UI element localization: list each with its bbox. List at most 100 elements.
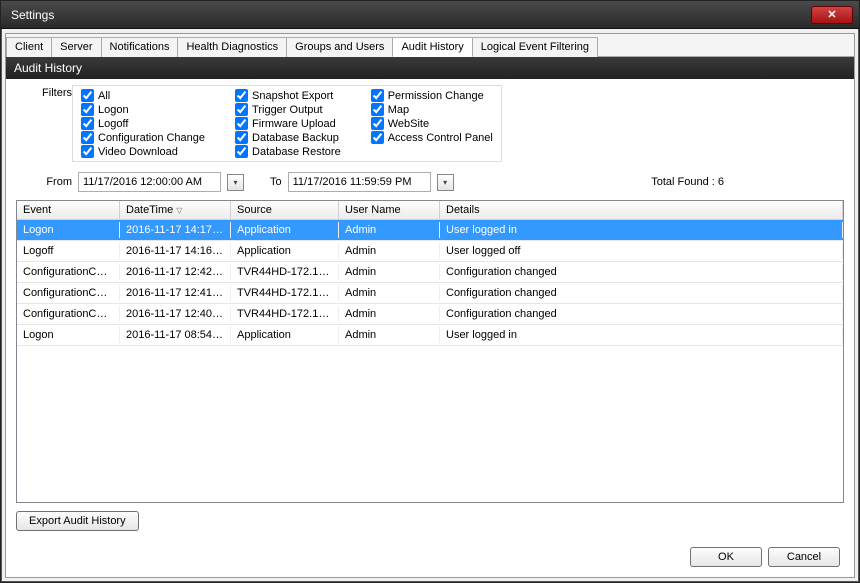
table-cell: 2016-11-17 14:17:44 — [120, 222, 231, 238]
filter-checkbox-permission-change[interactable]: Permission Change — [371, 89, 493, 102]
table-row[interactable]: ConfigurationCha...2016-11-17 12:42:35TV… — [17, 262, 843, 283]
tab-logical-event-filtering[interactable]: Logical Event Filtering — [472, 37, 598, 57]
filter-checkbox-logon[interactable]: Logon — [81, 103, 205, 116]
filter-checkbox-database-restore[interactable]: Database Restore — [235, 145, 341, 158]
checkbox-input[interactable] — [371, 103, 384, 116]
checkbox-input[interactable] — [371, 117, 384, 130]
filters-row: Filters AllLogonLogoffConfiguration Chan… — [16, 85, 844, 162]
tab-notifications[interactable]: Notifications — [101, 37, 179, 57]
panel-title: Audit History — [6, 57, 854, 79]
from-date-value: 11/17/2016 12:00:00 AM — [83, 176, 202, 188]
table-cell: ConfigurationCha... — [17, 285, 120, 301]
filter-column: Permission ChangeMapWebSiteAccess Contro… — [371, 89, 493, 158]
checkbox-input[interactable] — [81, 103, 94, 116]
tab-groups-and-users[interactable]: Groups and Users — [286, 37, 393, 57]
table-row[interactable]: Logon2016-11-17 14:17:44ApplicationAdmin… — [17, 220, 843, 241]
to-date-picker-button[interactable]: ▾ — [437, 174, 454, 191]
filter-checkbox-trigger-output[interactable]: Trigger Output — [235, 103, 341, 116]
tab-audit-history[interactable]: Audit History — [392, 37, 472, 57]
column-header-user-name[interactable]: User Name — [339, 201, 440, 219]
tab-client[interactable]: Client — [6, 37, 52, 57]
checkbox-label: Permission Change — [388, 90, 484, 102]
table-row[interactable]: Logon2016-11-17 08:54:52ApplicationAdmin… — [17, 325, 843, 346]
calendar-dropdown-icon: ▾ — [443, 178, 447, 187]
checkbox-label: Logon — [98, 104, 129, 116]
window-title: Settings — [7, 8, 54, 22]
table-cell: Admin — [339, 264, 440, 280]
column-header-datetime[interactable]: DateTime▽ — [120, 201, 231, 219]
filter-checkbox-database-backup[interactable]: Database Backup — [235, 131, 341, 144]
table-row[interactable]: ConfigurationCha...2016-11-17 12:41:38TV… — [17, 283, 843, 304]
table-row[interactable]: ConfigurationCha...2016-11-17 12:40:48TV… — [17, 304, 843, 325]
date-range-row: From 11/17/2016 12:00:00 AM ▾ To 11/17/2… — [16, 172, 844, 192]
checkbox-input[interactable] — [81, 117, 94, 130]
checkbox-input[interactable] — [235, 117, 248, 130]
filter-checkbox-firmware-upload[interactable]: Firmware Upload — [235, 117, 341, 130]
table-cell: Application — [231, 327, 339, 343]
table-cell: ConfigurationCha... — [17, 264, 120, 280]
filter-checkbox-video-download[interactable]: Video Download — [81, 145, 205, 158]
filter-checkbox-all[interactable]: All — [81, 89, 205, 102]
checkbox-input[interactable] — [81, 89, 94, 102]
sort-descending-icon: ▽ — [176, 206, 182, 215]
from-date-input[interactable]: 11/17/2016 12:00:00 AM — [78, 172, 221, 192]
checkbox-input[interactable] — [81, 131, 94, 144]
column-header-details[interactable]: Details — [440, 201, 843, 219]
table-cell: ConfigurationCha... — [17, 306, 120, 322]
audit-grid: EventDateTime▽ Source User Name Details Log… — [16, 200, 844, 503]
table-cell: Logoff — [17, 243, 120, 259]
checkbox-input[interactable] — [235, 89, 248, 102]
checkbox-input[interactable] — [235, 103, 248, 116]
tab-health-diagnostics[interactable]: Health Diagnostics — [177, 37, 287, 57]
from-date-picker-button[interactable]: ▾ — [227, 174, 244, 191]
grid-body[interactable]: Logon2016-11-17 14:17:44ApplicationAdmin… — [17, 220, 843, 502]
export-audit-history-button[interactable]: Export Audit History — [16, 511, 139, 531]
to-label: To — [270, 176, 282, 188]
cancel-button[interactable]: Cancel — [768, 547, 840, 567]
checkbox-label: Video Download — [98, 146, 178, 158]
table-cell: 2016-11-17 08:54:52 — [120, 327, 231, 343]
total-found-label: Total Found : 6 — [651, 176, 724, 188]
checkbox-label: All — [98, 90, 110, 102]
column-header-label: Details — [446, 204, 480, 216]
ok-button[interactable]: OK — [690, 547, 762, 567]
checkbox-label: Database Restore — [252, 146, 341, 158]
table-cell: User logged in — [440, 222, 843, 238]
filter-checkbox-configuration-change[interactable]: Configuration Change — [81, 131, 205, 144]
checkbox-label: Configuration Change — [98, 132, 205, 144]
grid-header-row: EventDateTime▽ Source User Name Details — [17, 201, 843, 220]
filter-checkbox-access-control-panel[interactable]: Access Control Panel — [371, 131, 493, 144]
to-date-input[interactable]: 11/17/2016 11:59:59 PM — [288, 172, 431, 192]
table-cell: Logon — [17, 222, 120, 238]
filter-checkbox-logoff[interactable]: Logoff — [81, 117, 205, 130]
column-header-label: Source — [237, 204, 272, 216]
checkbox-label: Snapshot Export — [252, 90, 333, 102]
table-cell: Configuration changed — [440, 306, 843, 322]
close-icon: ✕ — [827, 8, 836, 21]
table-cell: Configuration changed — [440, 264, 843, 280]
column-header-label: User Name — [345, 204, 401, 216]
close-button[interactable]: ✕ — [811, 6, 853, 24]
tab-strip: ClientServerNotificationsHealth Diagnost… — [6, 34, 854, 57]
column-header-event[interactable]: Event — [17, 201, 120, 219]
filter-checkbox-snapshot-export[interactable]: Snapshot Export — [235, 89, 341, 102]
tab-server[interactable]: Server — [51, 37, 101, 57]
table-cell: 2016-11-17 12:41:38 — [120, 285, 231, 301]
checkbox-label: Trigger Output — [252, 104, 323, 116]
table-cell: Admin — [339, 222, 440, 238]
table-row[interactable]: Logoff2016-11-17 14:16:06ApplicationAdmi… — [17, 241, 843, 262]
filter-checkbox-website[interactable]: WebSite — [371, 117, 493, 130]
checkbox-input[interactable] — [235, 131, 248, 144]
filter-checkbox-map[interactable]: Map — [371, 103, 493, 116]
checkbox-input[interactable] — [371, 131, 384, 144]
checkbox-input[interactable] — [81, 145, 94, 158]
filter-column: Snapshot Export Trigger OutputFirmware Up… — [235, 89, 341, 158]
table-cell: Logon — [17, 327, 120, 343]
checkbox-label: Database Backup — [252, 132, 339, 144]
checkbox-input[interactable] — [235, 145, 248, 158]
titlebar[interactable]: Settings ✕ — [1, 1, 859, 29]
checkbox-input[interactable] — [371, 89, 384, 102]
column-header-source[interactable]: Source — [231, 201, 339, 219]
table-cell: User logged off — [440, 243, 843, 259]
from-label: From — [16, 176, 72, 188]
